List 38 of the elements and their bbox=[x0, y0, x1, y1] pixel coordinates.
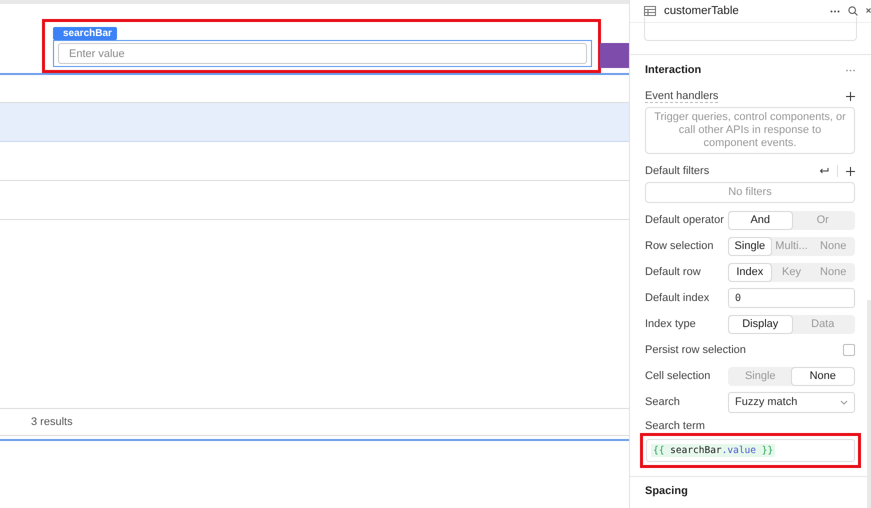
close-icon[interactable] bbox=[866, 6, 871, 16]
section-title: Interaction bbox=[645, 64, 702, 76]
panel-title: customerTable bbox=[664, 5, 740, 17]
segment-option[interactable]: Index bbox=[729, 264, 771, 280]
more-icon[interactable] bbox=[830, 10, 840, 12]
property-field[interactable] bbox=[644, 17, 857, 41]
return-icon[interactable] bbox=[819, 167, 829, 175]
event-handlers-empty: Trigger queries, control components, or call other APIs in response to component events. bbox=[645, 107, 855, 154]
segment-option[interactable]: Display bbox=[729, 316, 792, 332]
search-icon[interactable] bbox=[848, 6, 858, 16]
field-label: Default filters bbox=[645, 165, 710, 177]
table-icon bbox=[644, 6, 656, 16]
field-label: Default index bbox=[645, 292, 710, 304]
field-label: Default operator bbox=[645, 214, 725, 226]
field-label: Index type bbox=[645, 318, 697, 330]
code-field[interactable]: {{ searchBar.value }} bbox=[646, 439, 855, 462]
index-field[interactable]: 0 bbox=[728, 288, 855, 308]
field-label: Row selection bbox=[645, 240, 714, 252]
more-icon[interactable] bbox=[846, 68, 855, 72]
search-dropdown[interactable]: Fuzzy match bbox=[728, 392, 855, 412]
chevron-icon bbox=[840, 400, 848, 404]
field-label: Event handlers bbox=[645, 90, 718, 102]
field-label: Search term bbox=[645, 420, 706, 432]
field-label: Default row bbox=[645, 266, 702, 278]
field-label: Search bbox=[645, 396, 681, 408]
segment-option[interactable]: None bbox=[792, 368, 854, 384]
results-count: 3 results bbox=[31, 416, 73, 428]
add-icon[interactable] bbox=[846, 166, 855, 176]
field-label: Persist row selection bbox=[645, 344, 746, 356]
field-label: Cell selection bbox=[645, 370, 712, 382]
section-title: Spacing bbox=[644, 484, 689, 499]
component-tag: searchBar bbox=[53, 27, 117, 40]
segment-option[interactable]: And bbox=[729, 212, 792, 228]
checkbox[interactable] bbox=[843, 344, 855, 356]
search-field[interactable]: Enter value bbox=[58, 43, 588, 64]
add-icon[interactable] bbox=[846, 92, 855, 100]
segment-option[interactable]: Single bbox=[729, 238, 771, 254]
filters-empty: No filters bbox=[645, 182, 855, 203]
